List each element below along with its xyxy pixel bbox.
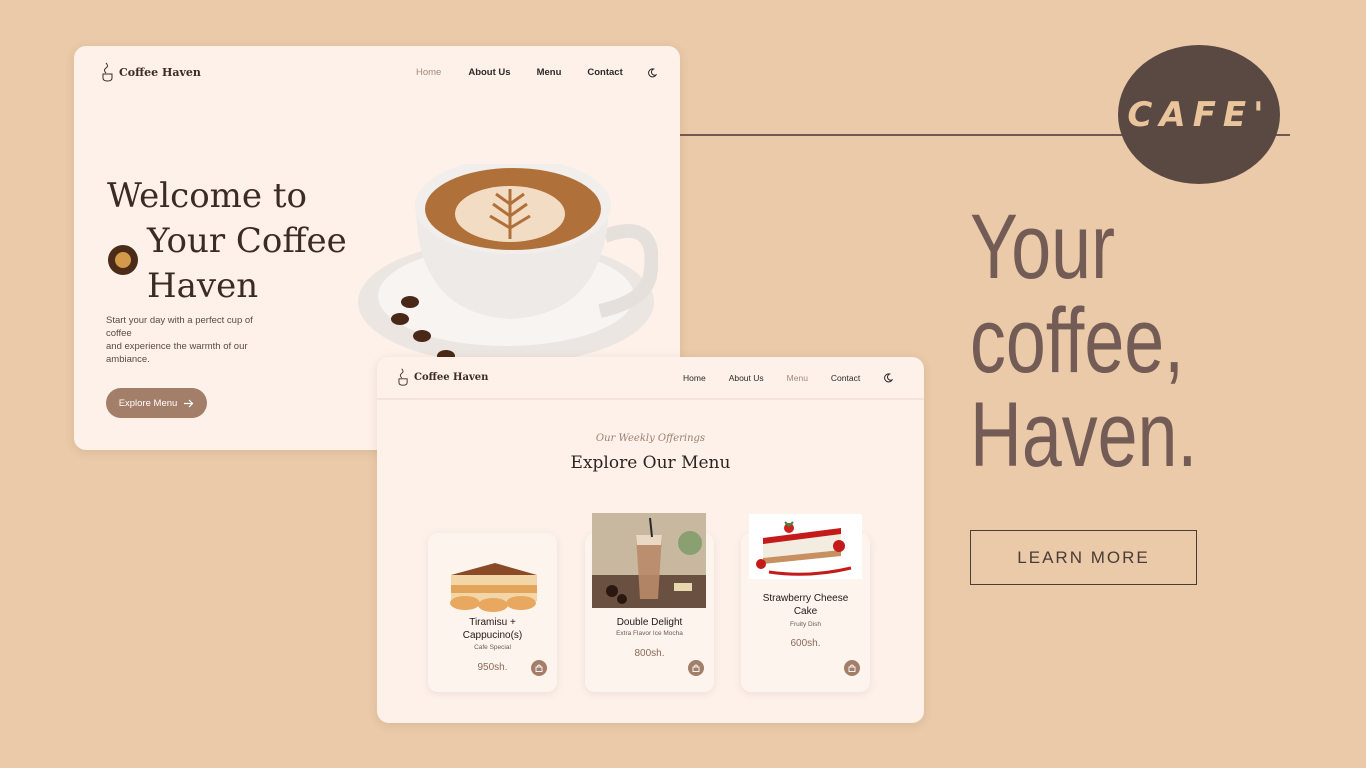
coffee-cup-icon [108,245,138,275]
hero-title-line: Welcome to [107,176,307,216]
menu-item-name-line: Double Delight [616,617,683,628]
menu-item-name-line: Cappucino(s) [462,630,523,641]
shopping-bag-icon [848,664,856,672]
menu-title: Explore Our Menu [570,453,731,473]
hero-title-line: Your Coffee [147,221,347,261]
hero-nav-contact[interactable]: Contact [587,67,622,78]
menu-item-name: Tiramisu + Cappucino(s) [428,616,557,642]
hero-brand-name: Coffee Haven [119,65,201,79]
learn-more-button[interactable]: LEARN MORE [970,530,1197,585]
hero-nav-about[interactable]: About Us [468,67,510,78]
latte-cup-image [358,164,658,364]
menu-item-card[interactable]: Strawberry Cheese Cake Fruity Dish 600sh… [741,514,870,692]
navbar-divider [377,398,924,400]
coffee-logo-icon [102,62,113,82]
menu-item-price: 800sh. [634,648,665,659]
menu-nav-about[interactable]: About Us [729,373,764,383]
cart-button[interactable] [844,660,860,676]
coffee-logo-icon [398,368,408,386]
menu-nav-links: Home About Us Menu Contact [683,373,894,383]
menu-nav-home[interactable]: Home [683,373,706,383]
menu-logo[interactable]: Coffee Haven [397,367,488,387]
menu-item-price: 600sh. [790,638,821,649]
menu-nav-contact[interactable]: Contact [831,373,860,383]
hero-nav-home[interactable]: Home [416,67,441,78]
cart-button[interactable] [688,660,704,676]
menu-page-screenshot: Coffee Haven Home About Us Menu Contact … [377,357,924,723]
promo-headline: Your coffee, Haven. [970,200,1197,482]
hero-nav-menu[interactable]: Menu [537,67,562,78]
moon-icon[interactable] [647,67,657,78]
hero-title: Welcome to Your Coffee Haven [107,174,367,309]
menu-item-card[interactable]: Double Delight Extra Flavor Ice Mocha 80… [585,513,714,692]
hero-logo[interactable]: Coffee Haven [101,61,201,83]
iced-mocha-image [592,513,706,608]
hero-description-line: coffee [106,328,132,339]
hero-title-line: Haven [147,266,259,306]
menu-nav-menu[interactable]: Menu [787,373,808,383]
hero-description-line: and experience the warmth of our [106,341,248,352]
explore-menu-button[interactable]: Explore Menu [106,388,207,418]
explore-menu-label: Explore Menu [118,397,178,409]
hero-description-line: ambiance. [106,354,150,365]
menu-item-name: Strawberry Cheese Cake [741,592,870,618]
promo-headline-line: Haven. [970,384,1198,486]
promo-headline-line: Your [970,196,1115,298]
menu-item-subtitle: Cafe Special [474,644,511,651]
menu-item-name-line: Cake [793,606,818,617]
menu-item-name-line: Strawberry Cheese [762,593,849,604]
shopping-bag-icon [692,664,700,672]
arrow-right-icon [184,399,194,407]
cafe-badge: CAFE' [1118,45,1280,184]
hero-description: Start your day with a perfect cup of cof… [106,314,276,366]
menu-eyebrow: Our Weekly Offerings [595,433,706,444]
shopping-bag-icon [535,664,543,672]
menu-item-card[interactable]: Tiramisu + Cappucino(s) Cafe Special 950… [428,533,557,692]
menu-brand-name: Coffee Haven [414,371,489,383]
strawberry-cheesecake-image [749,514,862,579]
promo-headline-line: coffee, [970,290,1185,392]
menu-item-name: Double Delight [585,616,714,629]
tiramisu-image [450,563,537,612]
hero-nav-links: Home About Us Menu Contact [416,67,657,78]
hero-description-line: Start your day with a perfect cup of [106,315,253,326]
menu-item-name-line: Tiramisu + [469,617,516,628]
menu-item-subtitle: Extra Flavor Ice Mocha [616,630,683,637]
moon-icon[interactable] [883,373,894,383]
menu-item-subtitle: Fruity Dish [789,621,822,628]
cart-button[interactable] [531,660,547,676]
